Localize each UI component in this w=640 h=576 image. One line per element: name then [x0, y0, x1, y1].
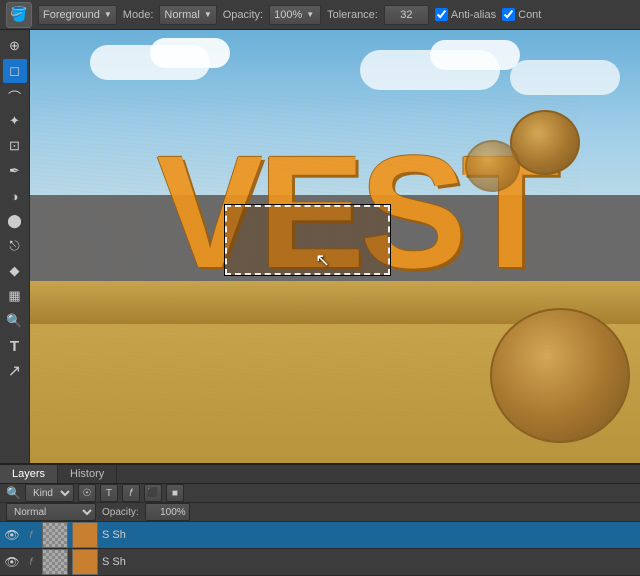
- opacity-select[interactable]: 100% ▼: [269, 5, 321, 25]
- hay-bale-right-2: [510, 110, 580, 175]
- tool-gradient[interactable]: ▦: [3, 284, 27, 308]
- tab-layers[interactable]: Layers: [0, 465, 58, 483]
- tool-type[interactable]: T: [3, 334, 27, 358]
- mode-label: Mode:: [123, 9, 154, 21]
- tool-eyedropper[interactable]: ✒: [3, 159, 27, 183]
- layers-tabs: Layers History: [0, 465, 640, 484]
- layer-row[interactable]: 👁 𝑓 S Sh: [0, 549, 640, 576]
- tolerance-label: Tolerance:: [327, 9, 378, 21]
- anti-alias-group: Anti-alias: [435, 8, 496, 21]
- layer-mask-thumb-2: [72, 549, 98, 575]
- tool-spot-heal[interactable]: ◑: [3, 184, 27, 208]
- filter-btn-4[interactable]: ⬛: [144, 484, 162, 502]
- tolerance-input[interactable]: [384, 5, 429, 25]
- layer-visibility-toggle-1[interactable]: 👁: [4, 527, 20, 543]
- layers-panel: Layers History 🔍 Kind ☉ T 𝑓 ⬛ ■ Normal O…: [0, 463, 640, 573]
- tool-eraser[interactable]: ◆: [3, 259, 27, 283]
- opacity-label: Opacity:: [102, 507, 139, 518]
- contiguous-checkbox[interactable]: [502, 8, 515, 21]
- contiguous-group: Cont: [502, 8, 541, 21]
- foreground-label: Foreground: [43, 9, 100, 21]
- hay-bale-right: [490, 308, 630, 443]
- layer-thumb-1: [42, 522, 68, 548]
- tab-history[interactable]: History: [58, 465, 117, 483]
- tool-select[interactable]: ↗: [3, 359, 27, 383]
- filter-btn-5[interactable]: ■: [166, 484, 184, 502]
- tool-crop[interactable]: ⊡: [3, 134, 27, 158]
- tool-dodge[interactable]: 🔍: [3, 309, 27, 333]
- layers-mode-select[interactable]: Normal: [6, 503, 96, 521]
- layer-name-1: S Sh: [102, 529, 636, 541]
- filter-btn-1[interactable]: ☉: [78, 484, 96, 502]
- filter-btn-2[interactable]: T: [100, 484, 118, 502]
- anti-alias-label: Anti-alias: [451, 9, 496, 21]
- opacity-input[interactable]: [145, 503, 190, 521]
- tool-magic-wand[interactable]: ✦: [3, 109, 27, 133]
- foreground-select[interactable]: Foreground ▼: [38, 5, 117, 25]
- layer-row[interactable]: 👁 𝑓 S Sh: [0, 522, 640, 549]
- canvas-area[interactable]: VEST ↖: [30, 30, 640, 463]
- tool-move[interactable]: ⊕: [3, 34, 27, 58]
- paint-bucket-icon[interactable]: 🪣: [6, 2, 32, 28]
- chevron-down-icon: ▼: [204, 10, 212, 19]
- layer-link-icon-1: 𝑓: [24, 528, 38, 542]
- selection-rectangle: [225, 205, 390, 275]
- contiguous-label: Cont: [518, 9, 541, 21]
- layers-filter-bar: 🔍 Kind ☉ T 𝑓 ⬛ ■: [0, 484, 640, 503]
- tool-clone[interactable]: ⎋: [3, 234, 27, 258]
- main-area: ⊕ ◻ ⌒ ✦ ⊡ ✒ ◑ ⬤ ⎋ ◆ ▦ 🔍 T ↗ VEST: [0, 30, 640, 463]
- layer-thumb-2: [42, 549, 68, 575]
- mode-value: Normal: [164, 9, 199, 21]
- opacity-value: 100%: [274, 9, 302, 21]
- tool-marquee[interactable]: ◻: [3, 59, 27, 83]
- filter-btn-3[interactable]: 𝑓: [122, 484, 140, 502]
- chevron-down-icon: ▼: [104, 10, 112, 19]
- layer-link-icon-2: 𝑓: [24, 555, 38, 569]
- hay-bale-bg: [465, 140, 520, 192]
- layer-mask-thumb-1: [72, 522, 98, 548]
- filter-kind-select[interactable]: Kind: [25, 484, 74, 502]
- anti-alias-checkbox[interactable]: [435, 8, 448, 21]
- chevron-down-icon: ▼: [306, 10, 314, 19]
- filter-icon: 🔍: [6, 486, 21, 500]
- opacity-label: Opacity:: [223, 9, 263, 21]
- tool-lasso[interactable]: ⌒: [3, 84, 27, 108]
- layer-visibility-toggle-2[interactable]: 👁: [4, 554, 20, 570]
- left-toolbox: ⊕ ◻ ⌒ ✦ ⊡ ✒ ◑ ⬤ ⎋ ◆ ▦ 🔍 T ↗: [0, 30, 30, 463]
- top-toolbar: 🪣 Foreground ▼ Mode: Normal ▼ Opacity: 1…: [0, 0, 640, 30]
- layer-name-2: S Sh: [102, 556, 636, 568]
- mode-select[interactable]: Normal ▼: [159, 5, 216, 25]
- tool-brush[interactable]: ⬤: [3, 209, 27, 233]
